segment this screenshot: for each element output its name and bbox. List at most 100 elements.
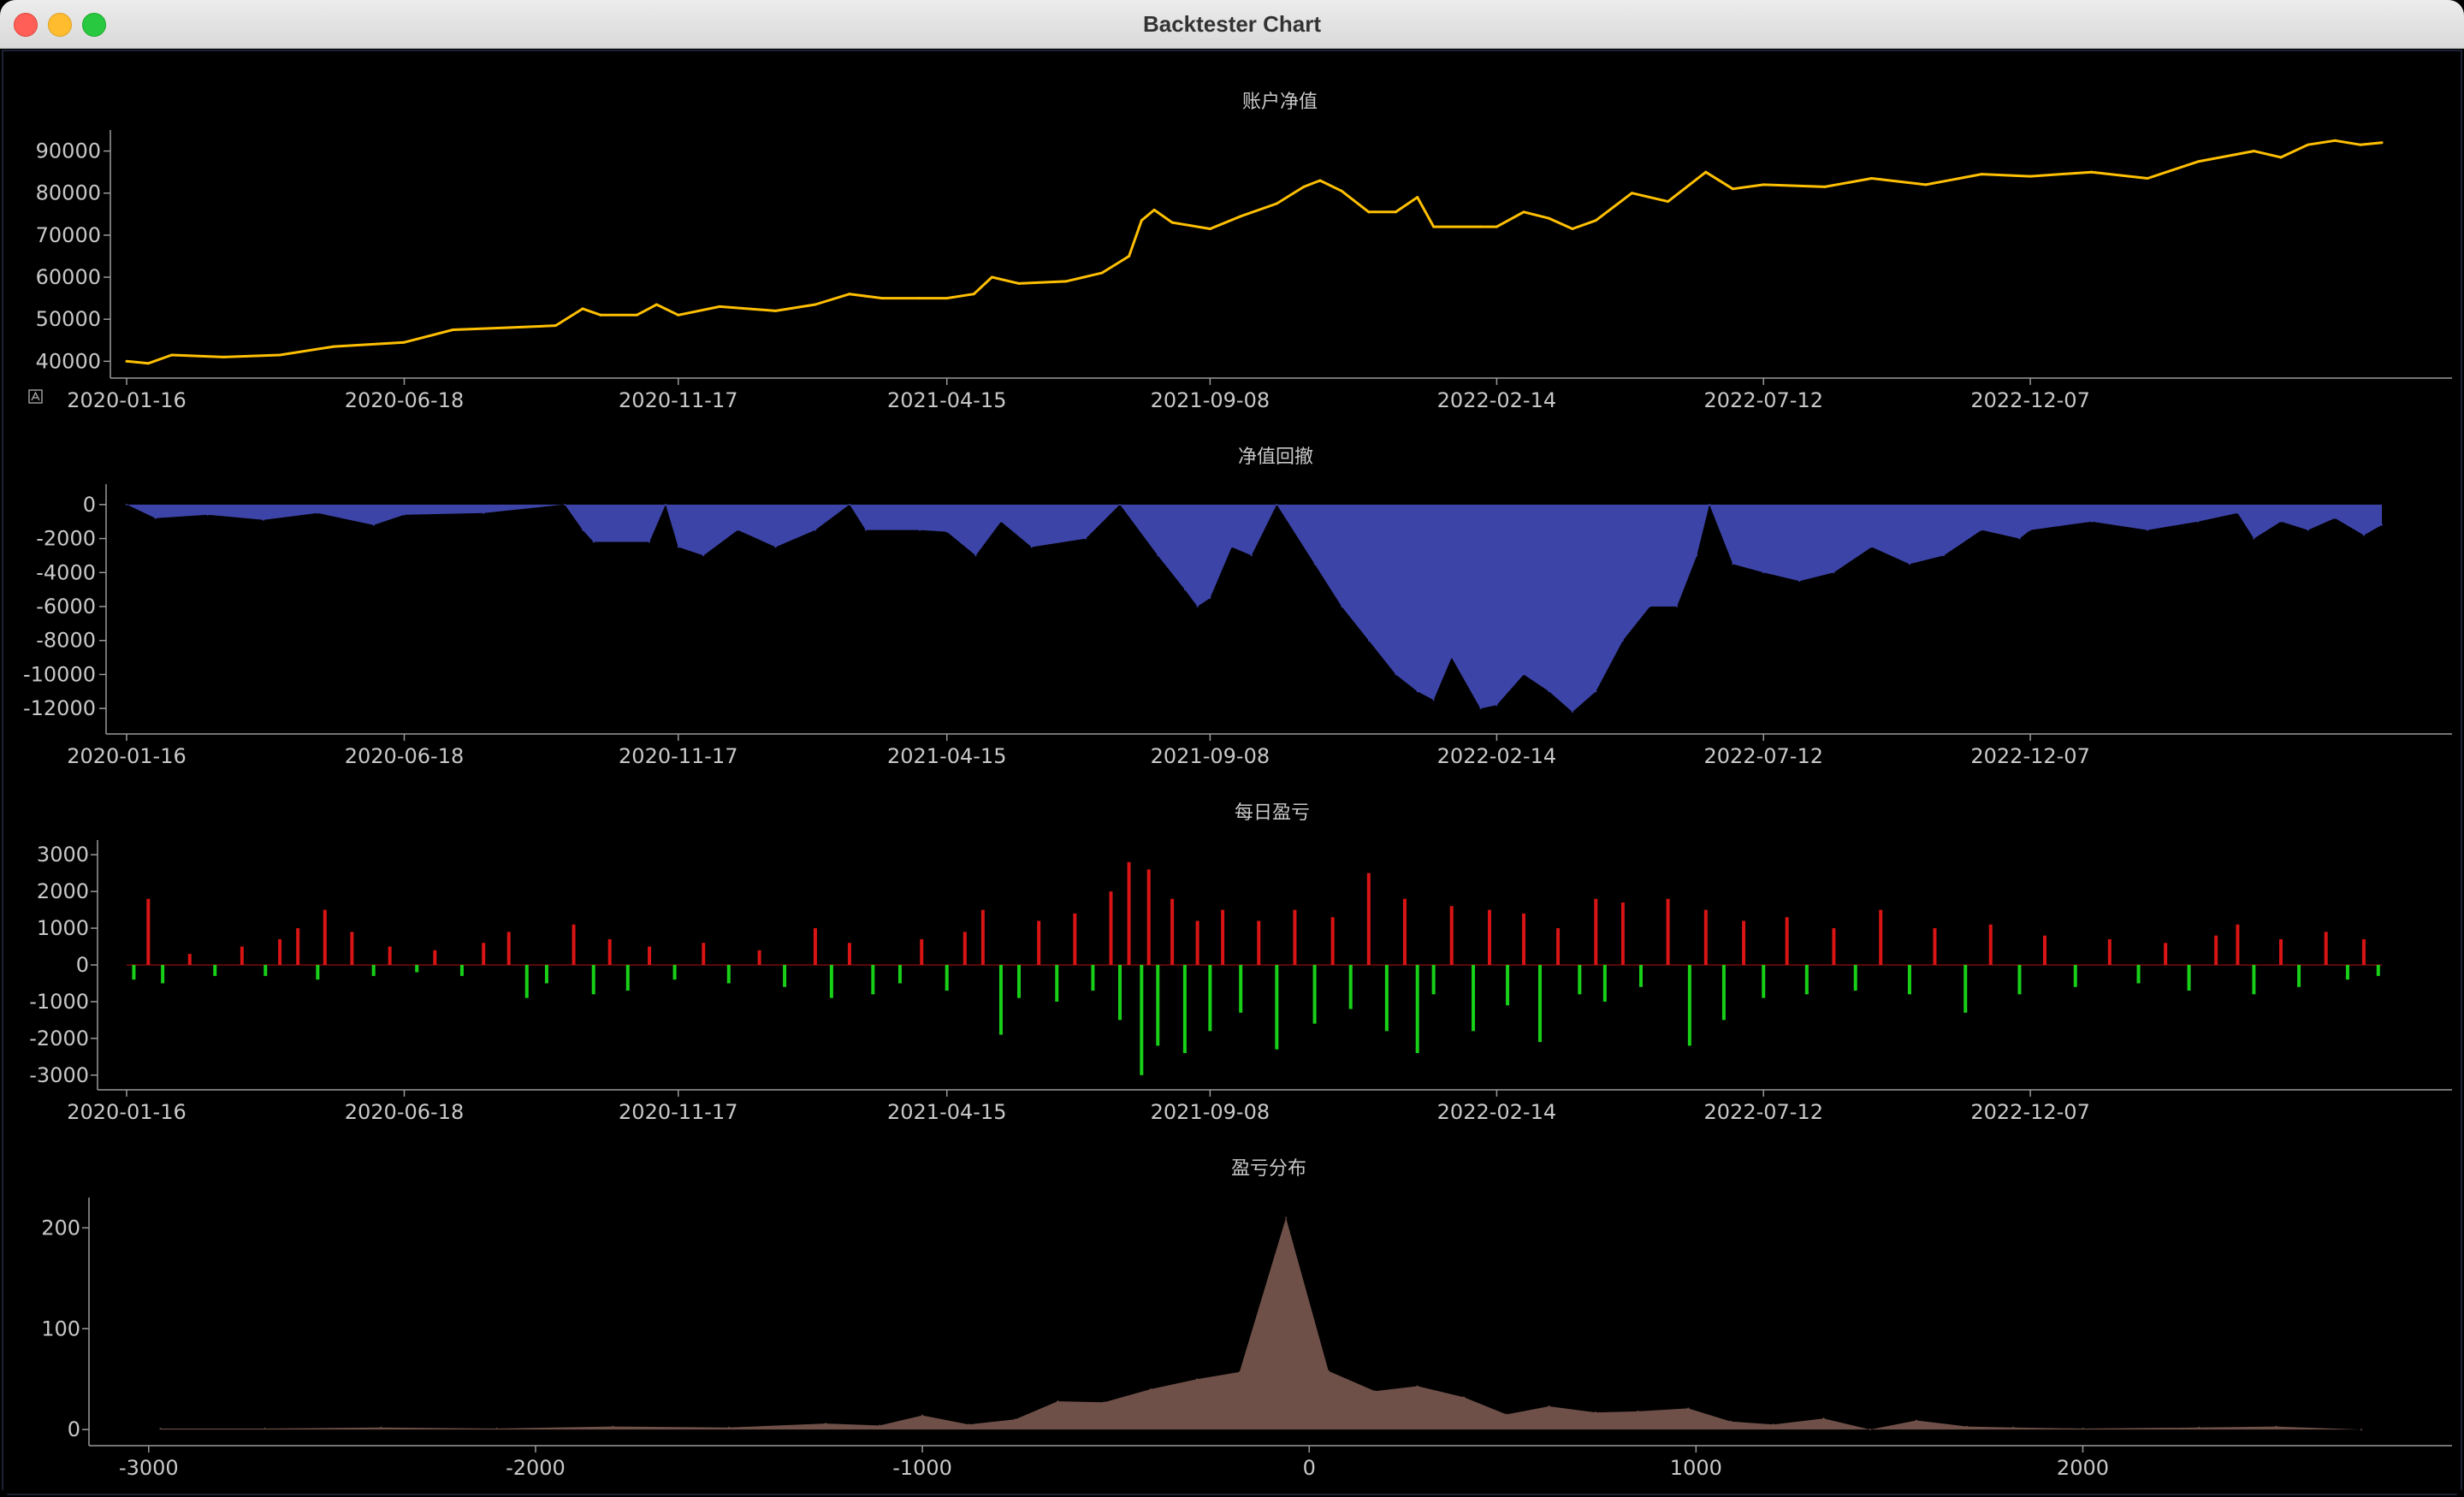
distribution-point — [1687, 1407, 1690, 1410]
balance-point — [2252, 150, 2255, 153]
balance-point — [2279, 156, 2283, 159]
profit-bar — [702, 943, 706, 965]
loss-bar — [1762, 965, 1766, 998]
drawdown-point — [483, 512, 485, 514]
loss-bar — [1964, 965, 1968, 1013]
title-bar: Backtester Chart — [0, 0, 2464, 49]
profit-bar — [1449, 906, 1454, 965]
distribution-point — [921, 1414, 924, 1417]
loss-bar — [1140, 965, 1144, 1075]
x-tick-label: 2020-01-16 — [67, 744, 186, 768]
balance-point — [1478, 225, 1482, 228]
backtester-plots[interactable]: 账户净值 40000 50000 60000 70000 80000 90000 2020-… — [3, 51, 2461, 1494]
loss-bar — [1907, 965, 1911, 995]
drawdown-point — [1250, 554, 1253, 557]
loss-bar — [264, 965, 268, 976]
distribution-point — [1463, 1396, 1466, 1399]
window-title: Backtester Chart — [1142, 11, 1322, 37]
profit-bar — [2214, 935, 2218, 965]
drawdown-point — [1209, 597, 1211, 600]
profit-bar — [2324, 932, 2328, 965]
profit-bar — [1832, 928, 1836, 965]
y-tick-label: -12000 — [23, 696, 96, 720]
profit-bar — [2107, 938, 2112, 965]
profit-bar — [1127, 861, 1131, 965]
balance-point — [677, 313, 680, 317]
drawdown-point — [317, 512, 319, 514]
profit-bar — [388, 946, 392, 965]
drawdown-point — [1981, 529, 1983, 531]
loss-bar — [945, 965, 949, 991]
balance-point — [1630, 192, 1633, 195]
drawdown-point — [1621, 639, 1624, 642]
distribution-point — [1196, 1378, 1199, 1381]
balance-point — [170, 353, 174, 357]
distribution-point — [612, 1425, 614, 1428]
distribution-point — [2275, 1425, 2277, 1428]
balance-point — [635, 313, 638, 317]
pnl-distribution-chart-title: 盈亏分布 — [1231, 1158, 1306, 1180]
profit-bar — [240, 946, 244, 965]
balance-point — [402, 340, 406, 344]
balance-point — [945, 297, 949, 300]
profit-bar — [1742, 920, 1746, 965]
profit-bar — [350, 932, 354, 965]
profit-bar — [1703, 909, 1708, 965]
x-tick-label: 2021-09-08 — [1151, 1100, 1270, 1124]
drawdown-point — [592, 541, 595, 543]
loss-bar — [1275, 965, 1279, 1050]
loss-bar — [459, 965, 464, 976]
drawdown-point — [1496, 704, 1498, 707]
profit-bar — [1037, 920, 1041, 965]
loss-bar — [1156, 965, 1160, 1046]
balance-chart-title: 账户净值 — [1242, 92, 1318, 113]
y-tick-label: -3000 — [29, 1063, 89, 1087]
loss-bar — [1721, 965, 1726, 1021]
y-tick-label: 100 — [41, 1317, 80, 1340]
profit-bar — [1933, 928, 1937, 965]
x-tick-label: 2020-01-16 — [67, 388, 186, 412]
profit-bar — [1594, 898, 1598, 965]
loss-bar — [2073, 965, 2077, 987]
distribution-point — [1374, 1390, 1377, 1393]
balance-point — [1208, 228, 1211, 231]
profit-bar — [962, 932, 967, 965]
x-tick-label: 2022-07-12 — [1704, 1100, 1823, 1124]
x-tick-label: 2022-02-14 — [1437, 744, 1556, 768]
loss-bar — [1017, 965, 1022, 998]
x-tick-label: 2021-04-15 — [887, 1100, 1006, 1124]
profit-bar — [1366, 873, 1371, 965]
balance-point — [1170, 221, 1174, 224]
balance-point — [1432, 225, 1436, 228]
distribution-point — [1772, 1423, 1774, 1426]
loss-bar — [1348, 965, 1353, 1009]
balance-point — [1367, 210, 1371, 214]
drawdown-point — [2334, 517, 2337, 519]
y-tick-label: -10000 — [23, 662, 96, 686]
profit-bar — [1785, 917, 1789, 965]
profit-bar — [506, 932, 511, 965]
distribution-point — [380, 1426, 382, 1429]
profit-bar — [1073, 913, 1077, 965]
drawdown-point — [1676, 606, 1679, 608]
x-tick-label: 2020-11-17 — [619, 1100, 737, 1124]
drawdown-point — [2018, 537, 2021, 540]
drawdown-point — [372, 524, 375, 526]
balance-point — [1495, 225, 1498, 228]
x-tick-label: 2021-09-08 — [1151, 744, 1270, 768]
drawdown-point — [1870, 546, 1873, 548]
drawdown-point — [582, 529, 584, 531]
profit-bar — [1402, 898, 1407, 965]
y-tick-label: -4000 — [36, 560, 96, 584]
balance-point — [1140, 219, 1143, 222]
x-tick-label: 1000 — [1670, 1456, 1722, 1480]
distribution-point — [159, 1427, 162, 1429]
distribution-point — [495, 1427, 498, 1429]
balance-point — [654, 303, 658, 306]
y-tick-label: 0 — [68, 1417, 80, 1441]
profit-bar — [1666, 898, 1670, 965]
distribution-point — [728, 1426, 731, 1429]
drawdown-point — [1157, 554, 1159, 557]
drawdown-point — [2381, 524, 2383, 526]
loss-bar — [625, 965, 630, 991]
